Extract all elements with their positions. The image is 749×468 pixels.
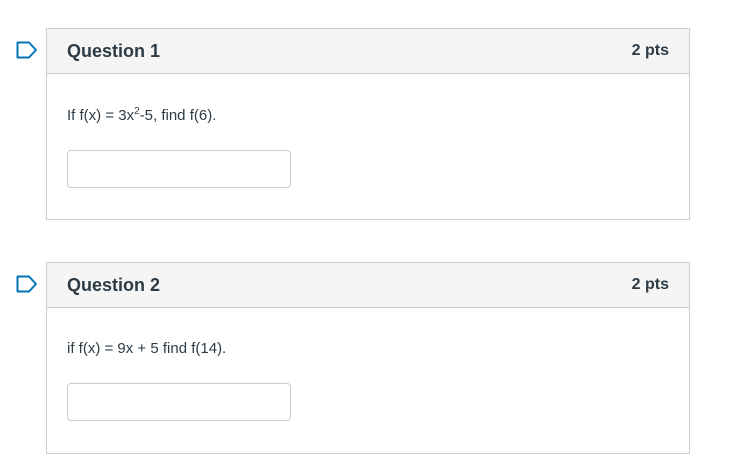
question-text: If f(x) = 3x2-5, find f(6). xyxy=(67,106,669,124)
question-text-part: -5, find f(6). xyxy=(139,107,217,124)
question-card-2: Question 2 2 pts if f(x) = 9x + 5 find f… xyxy=(16,262,690,454)
answer-input[interactable] xyxy=(67,150,291,188)
bookmark-flag-icon[interactable] xyxy=(16,275,38,293)
question-text-part: If f(x) = 3x xyxy=(67,107,135,124)
question-points: 2 pts xyxy=(631,42,669,59)
question-points: 2 pts xyxy=(631,276,669,293)
quiz-page: Question 1 2 pts If f(x) = 3x2-5, find f… xyxy=(0,0,749,468)
question-body: if f(x) = 9x + 5 find f(14). xyxy=(47,308,689,421)
question-body: If f(x) = 3x2-5, find f(6). xyxy=(47,74,689,188)
answer-input[interactable] xyxy=(67,383,291,421)
question-text-part: if f(x) = 9x + 5 find f(14). xyxy=(67,340,227,357)
bookmark-flag-icon[interactable] xyxy=(16,41,38,59)
question-header: Question 2 2 pts xyxy=(47,263,689,308)
question-text: if f(x) = 9x + 5 find f(14). xyxy=(67,340,669,357)
question-header: Question 1 2 pts xyxy=(47,29,689,74)
question-card-1: Question 1 2 pts If f(x) = 3x2-5, find f… xyxy=(16,28,690,220)
question-title: Question 2 xyxy=(67,274,161,295)
question-title: Question 1 xyxy=(67,40,161,61)
